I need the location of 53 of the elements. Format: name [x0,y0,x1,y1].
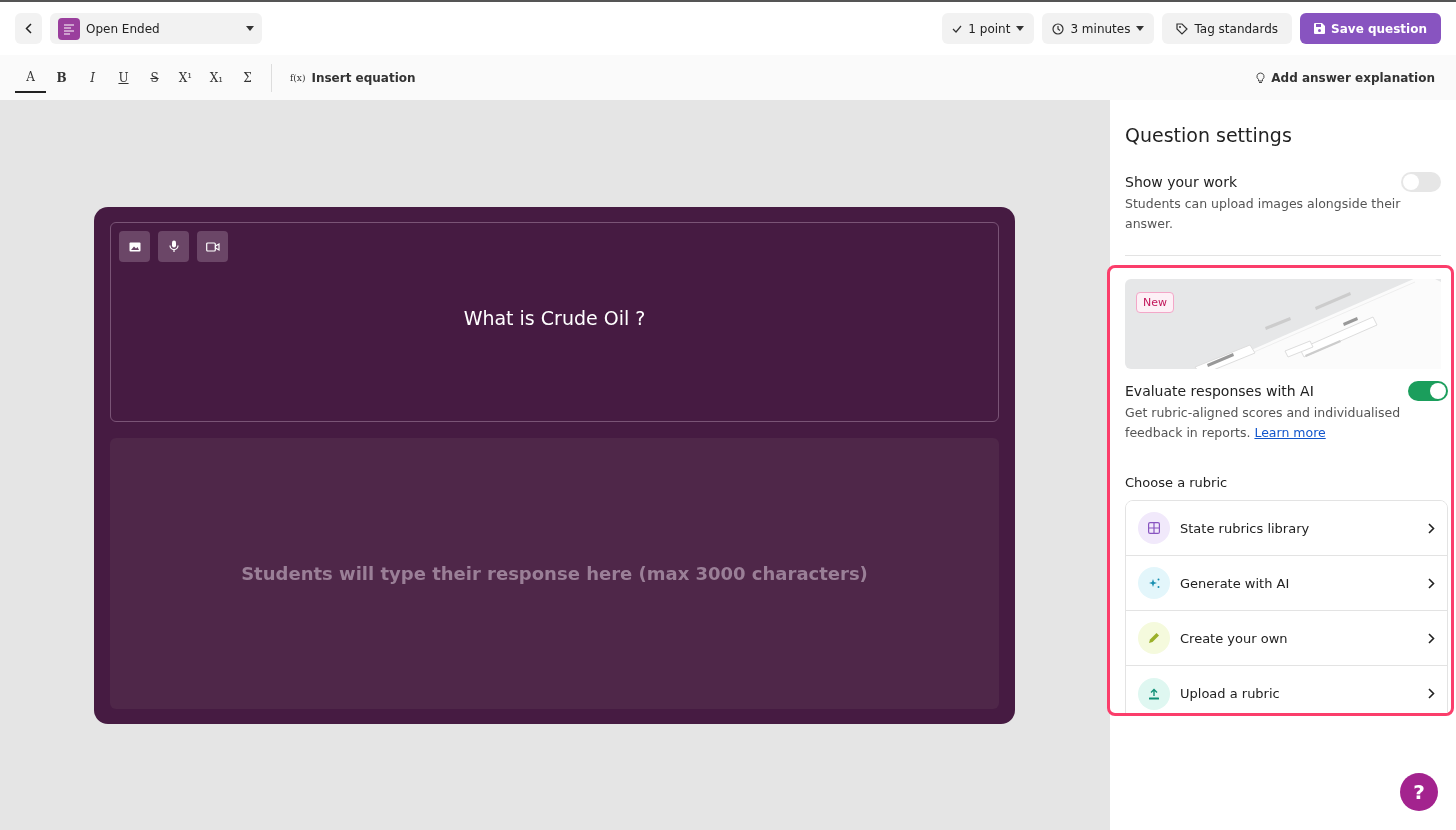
save-icon [1314,23,1326,34]
rubric-option[interactable]: State rubrics library [1126,501,1447,556]
caret-icon [1016,26,1025,31]
back-button[interactable] [15,13,42,44]
save-question-button[interactable]: Save question [1300,13,1441,44]
pencil-icon [1148,632,1160,644]
tag-standards-button[interactable]: Tag standards [1162,13,1293,44]
upload-icon [1148,687,1160,700]
question-box[interactable]: What is Crude Oil ? [110,222,999,422]
new-badge: New [1136,292,1174,313]
media-button[interactable] [158,231,189,262]
setting-label: Evaluate responses with AI [1125,383,1314,399]
format-button[interactable]: S [139,62,170,93]
format-button[interactable]: X₁ [201,62,232,93]
format-button[interactable]: U [108,62,139,93]
media-button[interactable] [119,231,150,262]
chevron-right-icon [1428,632,1435,644]
points-dropdown[interactable]: 1 point [942,13,1035,44]
setting-label: Show your work [1125,174,1238,190]
chevron-right-icon [1428,577,1435,589]
setting-description: Students can upload images alongside their answer. [1125,195,1402,233]
back-icon [25,23,32,34]
chevron-right-icon [1428,522,1435,534]
question-type-dropdown[interactable]: Open Ended [50,13,262,44]
help-button[interactable]: ? [1400,773,1438,811]
toggle-switch[interactable] [1401,172,1441,192]
text-lines-icon [63,22,75,35]
clock-icon [1052,22,1065,35]
caret-icon [1136,26,1145,31]
setting-description: Get rubric-aligned scores and individualised feedback in reports. Learn more [1125,404,1402,442]
tag-icon [1176,22,1189,35]
media-button[interactable] [197,231,228,262]
panel-title: Question settings [1125,124,1293,146]
format-button[interactable]: Σ [232,62,263,93]
time-dropdown[interactable]: 3 minutes [1042,13,1155,44]
insert-equation-button[interactable]: f(x) Insert equation [284,69,422,86]
microphone-icon [168,240,179,253]
video-camera-icon [205,241,220,252]
grid-icon [1148,522,1160,534]
format-button[interactable]: I [77,62,108,93]
question-text: What is Crude Oil ? [463,306,646,329]
toggle-switch[interactable] [1408,381,1448,401]
image-icon [128,241,141,252]
lightbulb-icon [1256,71,1266,84]
format-button[interactable]: A [15,62,46,93]
format-button[interactable]: X¹ [170,62,201,93]
chevron-right-icon [1428,688,1435,699]
caret-icon [246,26,254,31]
add-explanation-button[interactable]: Add answer explanation [1250,69,1441,86]
check-icon [952,24,963,33]
learn-more-link[interactable]: Learn more [1254,425,1326,440]
section-heading: Choose a rubric [1125,475,1229,490]
format-button[interactable]: B [46,62,77,93]
